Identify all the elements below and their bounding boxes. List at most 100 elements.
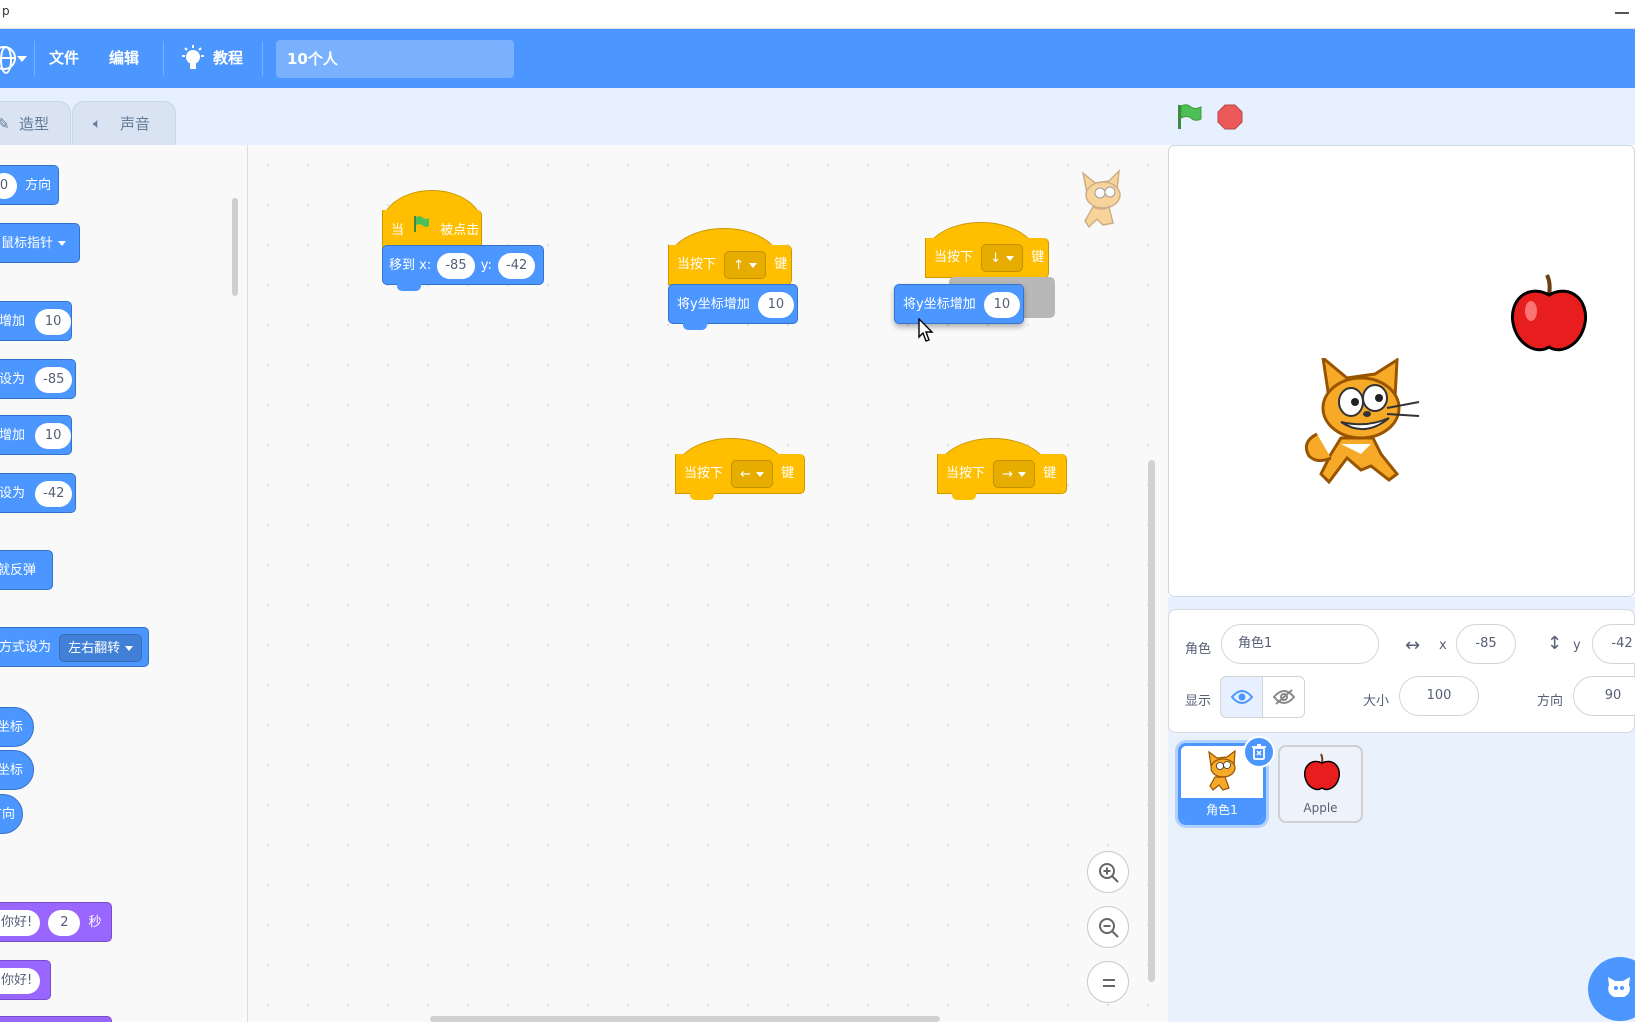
project-title-input[interactable]: 10个人 [276,40,514,78]
menu-edit[interactable]: 编辑 [109,29,139,88]
key-dropdown-right[interactable]: → [993,459,1036,488]
palette-block-change-y[interactable]: 增加 10 [0,415,72,455]
key-hat-suffix: 键 [1031,250,1045,265]
key-value-down: ↓ [990,250,1002,266]
tab-sounds[interactable]: 🔈︎ 声音 [72,101,176,146]
palette-set-x-label: 设为 [0,372,26,387]
goto-xy-block[interactable]: 移到 x: -85 y: -42 [382,245,544,291]
sprite-tile-apple-name: Apple [1303,801,1338,815]
sprite-name-input[interactable]: 角色1 [1221,624,1379,664]
stop-button[interactable] [1216,103,1244,135]
palette-change-x-label: 增加 [0,314,26,329]
zoom-in-button[interactable] [1087,851,1129,893]
palette-block-say-for[interactable]: 你好! 2 秒 [0,902,112,942]
workspace-horizontal-scrollbar[interactable] [430,1016,940,1022]
palette-set-x-value[interactable]: -85 [35,366,73,393]
palette-point-direction-value[interactable]: 0 [0,172,17,199]
zoom-out-button[interactable] [1087,906,1129,948]
size-input[interactable]: 100 [1399,676,1479,716]
change-y-value[interactable]: 10 [757,291,794,318]
trash-icon [1252,744,1266,760]
block-notch [683,323,707,330]
palette-block-say[interactable]: 你好! [0,960,51,1000]
direction-input[interactable]: 90 [1573,676,1635,716]
lightbulb-icon[interactable] [180,45,206,77]
when-right-key-pressed-block[interactable]: 当按下 → 键 [937,454,1067,500]
cat-add-icon [1608,977,1630,997]
language-globe-icon[interactable] [0,46,16,74]
palette-rotation-style-dropdown[interactable]: 左右翻转 [59,633,143,662]
key-hat-suffix: 键 [781,466,795,481]
palette-block-point-direction[interactable]: 0 方向 [0,165,59,205]
x-input[interactable]: -85 [1456,624,1516,664]
palette-change-x-value[interactable]: 10 [35,308,72,335]
minimize-icon[interactable] [1615,12,1629,14]
apple-sprite[interactable] [1507,273,1591,361]
palette-bounce-label: 碰到边缘就反弹 [0,563,37,578]
palette-say-text[interactable]: 你好! [0,967,41,994]
when-down-key-pressed-block[interactable]: 当按下 ↓ 键 [925,238,1049,278]
show-visible-button[interactable] [1220,676,1263,718]
zoom-out-icon [1099,918,1119,938]
palette-say-for-secs[interactable]: 2 [48,909,81,936]
key-dropdown-down[interactable]: ↓ [981,243,1024,272]
when-up-key-pressed-block[interactable]: 当按下 ↑ 键 [668,245,792,285]
menu-tutorials[interactable]: 教程 [213,29,243,88]
palette-rotation-style-label: 方式设为 [0,640,52,655]
key-hat-label: 当按下 [946,466,986,481]
chevron-down-icon [749,262,758,268]
palette-reporter-y-position[interactable]: y 坐标 [0,750,34,790]
palette-block-looks-next[interactable] [0,1016,112,1022]
palette-block-goto-mouse[interactable]: 鼠标指针 [0,223,80,263]
change-y-block[interactable]: 将y坐标增加 10 [668,284,798,330]
palette-block-change-x[interactable]: 增加 10 [0,301,72,341]
green-flag-button[interactable] [1175,103,1203,135]
key-value-right: → [1002,466,1014,482]
goto-x-value[interactable]: -85 [437,252,475,279]
zoom-in-icon [1099,863,1119,883]
when-flag-clicked-block[interactable]: 当 被点击 [382,210,482,250]
palette-goto-dropdown[interactable]: 鼠标指针 [0,230,67,258]
when-left-key-pressed-block[interactable]: 当按下 ← 键 [675,454,805,500]
cat-sprite[interactable] [1301,354,1423,490]
sprite-tile-apple[interactable]: Apple [1278,745,1363,823]
dragged-change-y-block[interactable]: 将y坐标增加 10 [894,284,1024,324]
palette-change-y-value[interactable]: 10 [35,422,72,449]
palette-block-set-y[interactable]: 设为 -42 [0,473,76,513]
palette-block-set-x[interactable]: 设为 -85 [0,359,76,399]
palette-direction-label: 方向 [0,807,16,822]
menu-bar: 文件 编辑 教程 [0,29,1635,88]
dragged-change-y-value[interactable]: 10 [983,291,1020,318]
chevron-down-icon[interactable] [17,56,27,62]
block-notch [397,284,421,291]
palette-set-y-value[interactable]: -42 [35,480,73,507]
key-hat-suffix: 键 [1043,466,1057,481]
tab-sounds-label: 声音 [120,115,151,133]
zoom-reset-button[interactable] [1087,961,1129,1003]
goto-y-label: y: [480,258,492,273]
delete-sprite-button[interactable] [1243,736,1275,768]
goto-y-value[interactable]: -42 [498,252,536,279]
y-input[interactable]: -42 [1592,624,1635,664]
tab-costumes[interactable]: ✎ 造型 [0,101,71,146]
workspace-vertical-scrollbar[interactable] [1148,460,1155,982]
stage-canvas[interactable] [1168,145,1635,597]
palette-point-direction-label: 方向 [25,178,52,193]
palette-goto-dropdown-label: 鼠标指针 [1,235,54,251]
change-y-label: 将y坐标增加 [677,297,750,312]
block-notch [952,493,976,500]
palette-rotation-style-value: 左右翻转 [68,640,121,656]
palette-say-for-text[interactable]: 你好! [0,909,41,936]
menu-file[interactable]: 文件 [49,29,79,88]
palette-reporter-direction[interactable]: 方向 [0,794,23,834]
palette-block-bounce[interactable]: 碰到边缘就反弹 [0,550,53,590]
key-dropdown-up[interactable]: ↑ [724,250,767,279]
palette-block-rotation-style[interactable]: 方式设为 左右翻转 [0,627,149,667]
key-dropdown-left[interactable]: ← [731,459,774,488]
eye-off-icon [1273,689,1295,705]
flag-hat-clicked-label: 被点击 [440,222,480,238]
show-hidden-button[interactable] [1262,676,1305,718]
chevron-down-icon [58,240,67,246]
palette-scrollbar[interactable] [232,198,238,296]
palette-reporter-x-position[interactable]: x 坐标 [0,707,34,747]
